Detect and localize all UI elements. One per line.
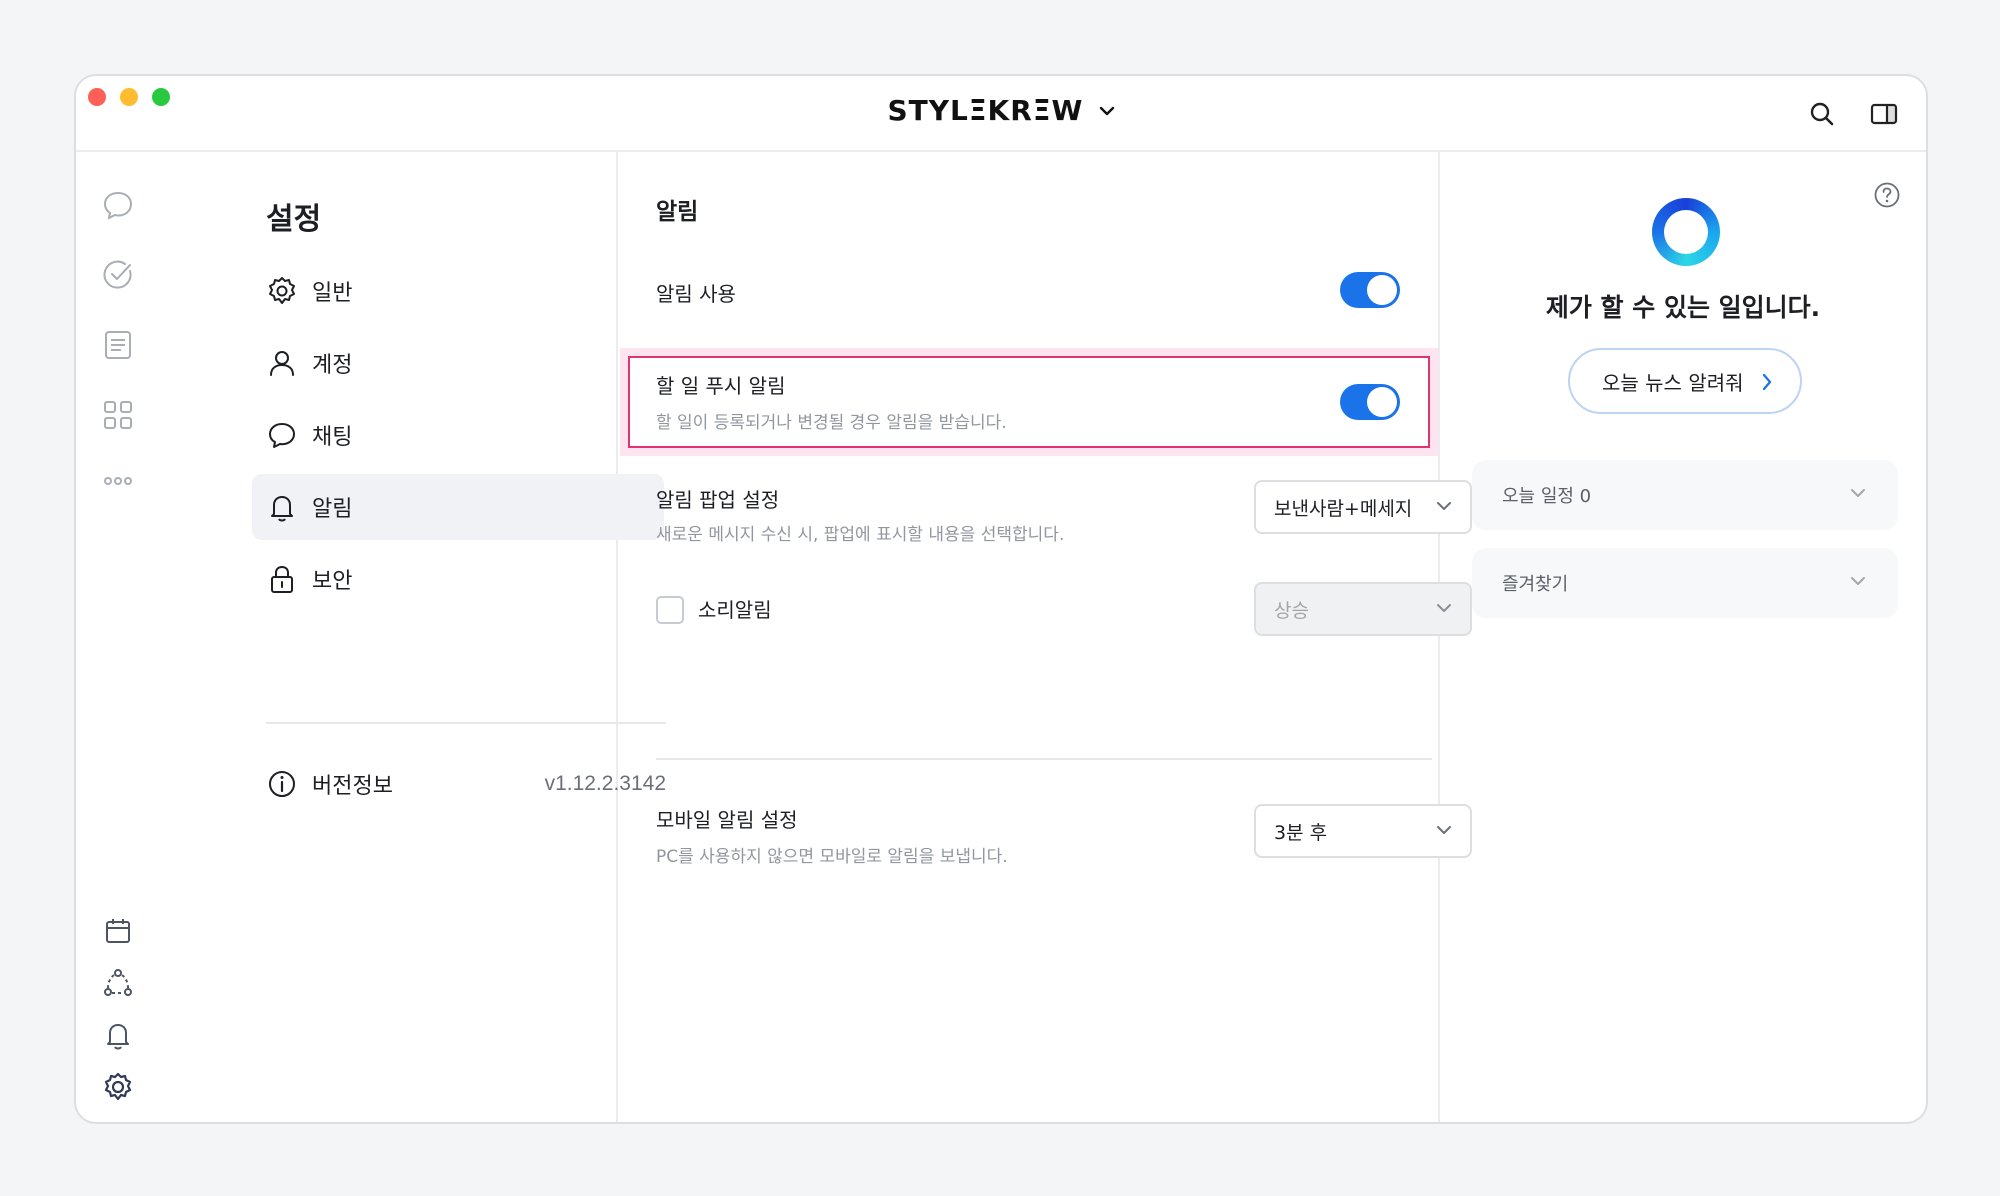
- settings-panel: 설정 일반 계정 채팅 알림 보안 버전정보 v1.12.2.3142: [162, 152, 666, 1122]
- news-button-label: 오늘 뉴스 알려줘: [1602, 370, 1744, 395]
- todo-push-desc: 할 일이 등록되거나 변경될 경우 알림을 받습니다.: [656, 413, 1007, 433]
- chevron-down-icon: [1851, 577, 1865, 585]
- sound-label: 소리알림: [698, 598, 772, 622]
- menu-label: 보안: [312, 569, 353, 594]
- lock-icon: [271, 565, 293, 593]
- settings-menu-notifications[interactable]: 알림: [252, 474, 664, 540]
- settings-menu-account[interactable]: 계정: [252, 330, 664, 396]
- divider: [266, 722, 666, 724]
- settings-title: 설정: [266, 202, 322, 237]
- chevron-down-icon: [1099, 106, 1114, 115]
- assistant-panel: 제가 할 수 있는 일입니다. 오늘 뉴스 알려줘 오늘 일정 0 즐겨찾기: [1440, 152, 1926, 1122]
- chat-bubble-icon: [269, 423, 295, 448]
- brand-logo: STYLΞKRΞW: [887, 94, 1084, 127]
- settings-menu-general[interactable]: 일반: [252, 258, 664, 324]
- network-icon[interactable]: [101, 966, 135, 1000]
- check-circle-icon[interactable]: [101, 258, 135, 292]
- version-label: 버전정보: [312, 774, 393, 799]
- favorites-accordion[interactable]: 즐겨찾기: [1472, 548, 1898, 618]
- bell-icon[interactable]: [101, 1018, 135, 1052]
- more-icon[interactable]: [101, 464, 135, 498]
- enable-notifications-toggle[interactable]: [1340, 272, 1400, 308]
- section-title: 알림: [656, 199, 699, 225]
- mobile-setting-title: 모바일 알림 설정: [656, 808, 798, 832]
- gear-icon: [269, 277, 295, 304]
- today-schedule-accordion[interactable]: 오늘 일정 0: [1472, 460, 1898, 530]
- workspace-switcher[interactable]: STYLΞKRΞW: [76, 94, 1926, 134]
- nav-rail: [76, 152, 162, 1122]
- help-icon[interactable]: [1872, 180, 1902, 210]
- accordion-label: 오늘 일정 0: [1502, 486, 1592, 507]
- highlight-box: [620, 348, 1438, 456]
- popup-setting-title: 알림 팝업 설정: [656, 488, 780, 512]
- notification-settings: 알림 알림 사용 할 일 푸시 알림 할 일이 등록되거나 변경될 경우 알림을…: [618, 152, 1472, 1122]
- select-value: 상승: [1274, 599, 1309, 622]
- menu-label: 계정: [312, 353, 353, 378]
- chevron-down-icon: [1851, 489, 1865, 497]
- gear-icon[interactable]: [101, 1070, 135, 1104]
- sound-checkbox[interactable]: [656, 596, 684, 624]
- info-icon: [269, 771, 295, 797]
- menu-label: 채팅: [312, 425, 353, 450]
- select-value: 3분 후: [1274, 821, 1328, 844]
- menu-label: 일반: [312, 281, 353, 306]
- side-panel-icon[interactable]: [1868, 98, 1900, 130]
- apps-grid-icon[interactable]: [101, 398, 135, 432]
- settings-menu-security[interactable]: 보안: [252, 546, 664, 612]
- assistant-title: 제가 할 수 있는 일입니다.: [1545, 293, 1821, 322]
- menu-label: 알림: [312, 497, 353, 522]
- bell-icon: [271, 496, 293, 522]
- calendar-icon[interactable]: [101, 914, 135, 948]
- app-window: STYLΞKRΞW 설정 일반 계정 채팅 알림 보안 버전정보 v1.12.2…: [74, 74, 1928, 1124]
- todo-push-title: 할 일 푸시 알림: [656, 374, 786, 398]
- chevron-right-icon: [1762, 373, 1772, 391]
- document-list-icon[interactable]: [101, 328, 135, 362]
- mobile-setting-desc: PC를 사용하지 않으면 모바일로 알림을 보냅니다.: [656, 847, 1008, 867]
- assistant-logo: [1652, 198, 1720, 266]
- person-icon: [270, 351, 294, 376]
- select-value: 보낸사람+메세지: [1274, 497, 1413, 520]
- avatar[interactable]: [94, 1122, 140, 1124]
- enable-notifications-label: 알림 사용: [656, 282, 736, 306]
- chat-bubble-icon[interactable]: [101, 188, 135, 222]
- settings-menu-chat[interactable]: 채팅: [252, 402, 664, 468]
- todo-push-toggle[interactable]: [1340, 384, 1400, 420]
- divider: [656, 758, 1432, 760]
- search-icon[interactable]: [1806, 98, 1838, 130]
- popup-setting-desc: 새로운 메시지 수신 시, 팝업에 표시할 내용을 선택합니다.: [656, 525, 1065, 545]
- title-bar: STYLΞKRΞW: [76, 76, 1926, 152]
- version-info[interactable]: 버전정보 v1.12.2.3142: [266, 764, 666, 804]
- accordion-label: 즐겨찾기: [1502, 574, 1569, 595]
- news-button[interactable]: 오늘 뉴스 알려줘: [1568, 348, 1802, 414]
